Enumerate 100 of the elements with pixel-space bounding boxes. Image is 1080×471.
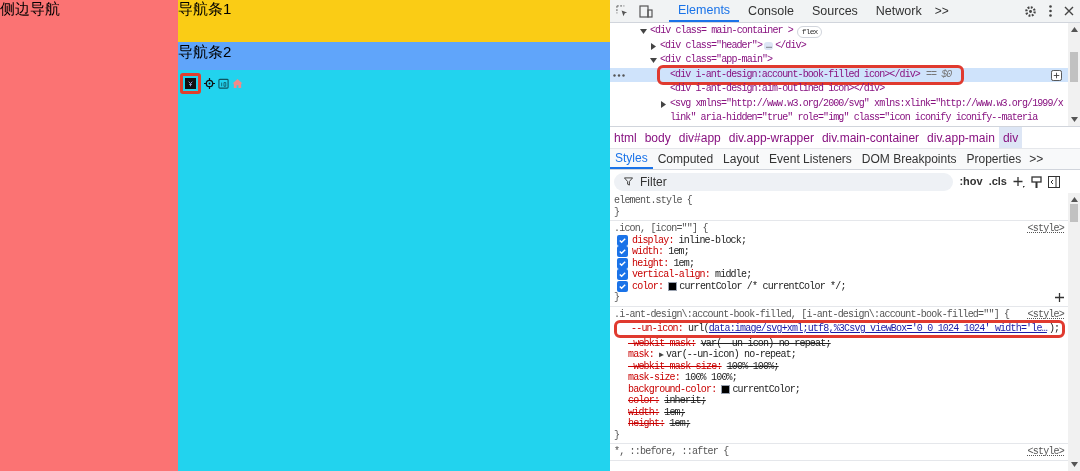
styles-pane-tab[interactable]: Layout [718, 149, 765, 169]
more-tabs-button[interactable]: >> [930, 0, 953, 22]
settings-icon[interactable] [1024, 4, 1037, 18]
expanded-arrow[interactable] [650, 57, 657, 64]
sidebar-toggle-icon[interactable] [1048, 175, 1060, 188]
paint-roller-icon[interactable] [1031, 175, 1042, 188]
data-url-link[interactable]: data:image/svg+xml;utf8,%3Csvg viewBox='0 0 1024 1024' width='le… [708, 323, 1047, 335]
stylesheet-link[interactable]: <style> [1027, 223, 1064, 235]
styles-pane-tab[interactable]: Event Listeners [764, 149, 857, 169]
css-value: 1em; [664, 406, 686, 418]
css-property: --un-icon: [631, 323, 683, 335]
new-rule-icon[interactable] [1013, 175, 1025, 188]
dom-reference: == $0 [925, 68, 952, 80]
ellipsis-badge[interactable]: … [764, 41, 774, 50]
closing-brace: } [614, 292, 620, 304]
scroll-thumb[interactable] [1070, 52, 1078, 82]
css-selector: element.style { [614, 195, 692, 207]
css-property: mask-size: [628, 372, 680, 384]
devtools-tab[interactable]: Console [739, 0, 803, 22]
dom-node[interactable]: <div class="header"> … </div> [610, 38, 1068, 53]
checkbox[interactable] [617, 234, 628, 246]
dom-node[interactable]: <div i-ant-design:account-book-filled icon></div> == $0 [610, 67, 1068, 82]
add-note-icon[interactable] [1051, 69, 1062, 81]
css-property: color: [632, 280, 664, 292]
devtools-tab[interactable]: Elements [669, 0, 740, 22]
css-value: 1em; [669, 418, 691, 430]
checkbox[interactable] [617, 246, 628, 258]
breadcrumb[interactable]: div.main-container [817, 127, 924, 148]
css-value: 100% 100%; [685, 372, 738, 384]
dom-tag: <div class="app-main"> [660, 53, 773, 68]
expanded-arrow[interactable] [640, 28, 647, 35]
css-selector: .i-ant-design\:account-book-filled, [i-ant-design\:account-book-filled=""] { [614, 308, 1010, 320]
scroll-up-icon[interactable] [1070, 27, 1078, 32]
filter-field[interactable]: Filter [614, 172, 954, 191]
styles-pane-tab[interactable]: DOM Breakpoints [856, 149, 962, 169]
dom-tag: </div> [775, 38, 806, 53]
style-toggle-button[interactable]: :hov [959, 173, 983, 190]
checkbox[interactable] [617, 280, 628, 292]
css-value: url( [688, 323, 709, 335]
breadcrumb[interactable]: div.app-main [923, 127, 999, 148]
css-property: -webkit-mask: [628, 337, 696, 349]
styles-pane-tab[interactable]: Properties [961, 149, 1027, 169]
css-property: -webkit-mask-size: [628, 360, 722, 372]
scroll-up-icon[interactable] [1070, 197, 1078, 202]
css-value: inherit; [664, 395, 706, 407]
css-property: vertical-align: [632, 269, 710, 281]
style-toggle-button[interactable]: .cls [988, 173, 1007, 190]
css-property: color: [628, 395, 660, 407]
checkbox[interactable] [617, 269, 628, 281]
css-property: height: [632, 257, 669, 269]
scrollbar[interactable] [1068, 193, 1080, 471]
scroll-down-icon[interactable] [1070, 462, 1078, 467]
dom-node[interactable]: <div class= main-container > flex [610, 24, 1068, 39]
account-book-icon [185, 78, 196, 89]
house-icon [232, 78, 243, 89]
color-swatch[interactable] [668, 281, 678, 291]
crosshair-icon [204, 78, 215, 89]
dom-node[interactable]: <div class="app-main"> [610, 53, 1068, 68]
collapsed-arrow[interactable] [660, 100, 667, 108]
css-value: inline-block; [678, 234, 747, 246]
dom-node[interactable]: <div i-ant-design:aim-outlined icon></div> [610, 82, 1068, 97]
breadcrumb[interactable]: html [610, 127, 641, 148]
css-value: 100% 100%; [726, 360, 779, 372]
stylesheet-link[interactable]: <style> [1027, 446, 1064, 458]
scrollbar[interactable] [1068, 23, 1080, 126]
devtools-tab[interactable]: Sources [803, 0, 867, 22]
css-property: width: [632, 246, 664, 258]
add-property-icon[interactable] [1055, 293, 1064, 303]
node-menu-icon[interactable] [613, 73, 625, 77]
inspect-icon[interactable] [616, 4, 629, 18]
more-options-icon[interactable] [1049, 5, 1052, 17]
breadcrumb[interactable]: div#app [674, 127, 725, 148]
closing-brace: } [614, 429, 620, 441]
device-icon[interactable] [639, 4, 653, 18]
breadcrumb[interactable]: div.app-wrapper [724, 127, 818, 148]
styles-pane-tab[interactable]: Styles [610, 149, 653, 169]
color-swatch[interactable] [721, 384, 731, 394]
css-value: var(--un-icon) no-repeat; [666, 349, 797, 361]
more-tabs-button[interactable]: >> [1026, 149, 1047, 169]
css-property: width: [628, 406, 660, 418]
header-title: 导航条1 [178, 0, 232, 17]
expand-toggle[interactable]: ▶ [659, 349, 664, 361]
css-property: height: [628, 418, 665, 430]
stylesheet-link[interactable]: <style> [1027, 308, 1064, 320]
styles-pane-tab[interactable]: Computed [652, 149, 719, 169]
breadcrumb[interactable]: div [998, 127, 1023, 148]
css-value: var(--un-icon) no-repeat; [700, 337, 831, 349]
scroll-down-icon[interactable] [1070, 117, 1078, 122]
collapsed-arrow[interactable] [650, 42, 657, 50]
devtools-tab[interactable]: Network [866, 0, 931, 22]
close-icon[interactable] [1064, 6, 1074, 16]
filter-icon [624, 177, 633, 186]
scroll-thumb[interactable] [1070, 204, 1078, 222]
dom-tag: <div class= main-container > [650, 24, 793, 39]
dom-tag: <div class="header"> [660, 38, 763, 53]
dom-tag: <div i-ant-design:account-book-filled icon></div> == $0 [660, 67, 962, 82]
css-value-end: ); [1048, 323, 1060, 335]
breadcrumb[interactable]: body [640, 127, 675, 148]
checkbox[interactable] [617, 257, 628, 269]
css-value: 1em; [673, 257, 695, 269]
